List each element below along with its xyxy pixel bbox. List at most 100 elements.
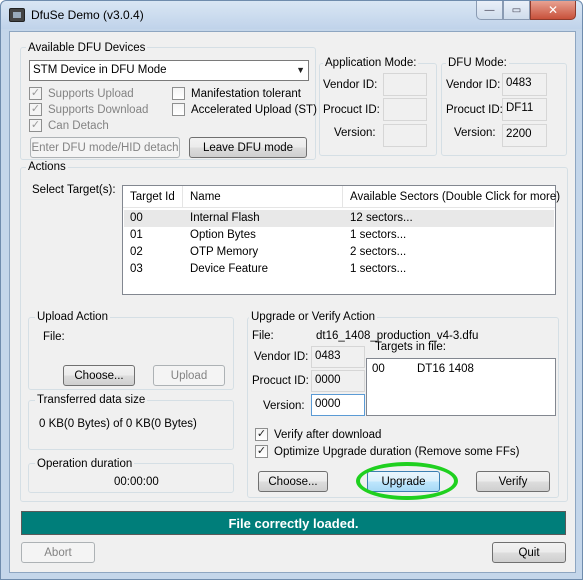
accelerated-upload-checkbox[interactable]: Accelerated Upload (ST) bbox=[172, 103, 317, 116]
optimize-upgrade-label: Optimize Upgrade duration (Remove some F… bbox=[274, 445, 520, 458]
enter-dfu-button[interactable]: Enter DFU mode/HID detach bbox=[30, 137, 180, 158]
upgrade-verify-label: Upgrade or Verify Action bbox=[249, 311, 378, 323]
accelerated-upload-label: Accelerated Upload (ST) bbox=[191, 103, 317, 116]
app-vendor-field bbox=[383, 73, 427, 96]
app-vendor-label: Vendor ID: bbox=[323, 79, 378, 91]
dfu-product-field: DF11 bbox=[502, 98, 547, 121]
actions-label: Actions bbox=[26, 161, 68, 173]
upgrade-product-field: 0000 bbox=[311, 370, 365, 392]
status-banner: File correctly loaded. bbox=[21, 511, 566, 535]
transferred-label: Transferred data size bbox=[35, 394, 148, 406]
row-target-id: 00 bbox=[130, 212, 143, 224]
file-target-name: DT16 1408 bbox=[417, 363, 474, 375]
minimize-button[interactable]: — bbox=[476, 1, 503, 20]
app-version-label: Version: bbox=[334, 127, 376, 139]
supports-download-label: Supports Download bbox=[48, 103, 149, 116]
app-chip-icon bbox=[9, 8, 25, 22]
upgrade-vendor-field: 0483 bbox=[311, 346, 365, 368]
targets-in-file-label: Targets in file: bbox=[375, 341, 446, 353]
can-detach-checkbox[interactable]: ✓ Can Detach bbox=[29, 119, 109, 132]
select-targets-label: Select Target(s): bbox=[32, 184, 116, 196]
column-separator bbox=[182, 186, 183, 208]
quit-button[interactable]: Quit bbox=[492, 542, 566, 563]
app-version-field bbox=[383, 124, 427, 147]
row-name: OTP Memory bbox=[190, 246, 259, 258]
upgrade-version-label: Version: bbox=[263, 400, 305, 412]
row-name: Internal Flash bbox=[190, 212, 260, 224]
row-name: Device Feature bbox=[190, 263, 268, 275]
upgrade-choose-button[interactable]: Choose... bbox=[258, 471, 328, 492]
duration-value: 00:00:00 bbox=[114, 476, 159, 488]
chevron-down-icon: ▼ bbox=[296, 65, 305, 75]
upload-file-label: File: bbox=[43, 331, 65, 343]
app-product-field bbox=[383, 98, 427, 121]
dfu-vendor-label: Vendor ID: bbox=[446, 79, 501, 91]
application-mode-label: Application Mode: bbox=[323, 57, 419, 69]
close-button[interactable]: ✕ bbox=[530, 1, 576, 20]
table-row[interactable]: 03 Device Feature 1 sectors... bbox=[124, 261, 554, 278]
row-sectors: 12 sectors... bbox=[350, 212, 413, 224]
optimize-upgrade-checkbox[interactable]: ✓ Optimize Upgrade duration (Remove some… bbox=[255, 445, 519, 458]
manifestation-tolerant-checkbox[interactable]: Manifestation tolerant bbox=[172, 87, 301, 100]
supports-upload-checkbox[interactable]: ✓ Supports Upload bbox=[29, 87, 134, 100]
table-row[interactable]: 02 OTP Memory 2 sectors... bbox=[124, 244, 554, 261]
upgrade-vendor-label: Vendor ID: bbox=[254, 351, 309, 363]
verify-after-download-label: Verify after download bbox=[274, 428, 382, 441]
dfu-product-label: Procuct ID: bbox=[446, 104, 503, 116]
device-select[interactable]: STM Device in DFU Mode ▼ bbox=[29, 60, 309, 81]
row-target-id: 03 bbox=[130, 263, 143, 275]
file-target-id: 00 bbox=[372, 363, 385, 375]
duration-label: Operation duration bbox=[35, 458, 135, 470]
caption-buttons: — ▭ ✕ bbox=[476, 1, 576, 21]
upgrade-version-field[interactable]: 0000 bbox=[311, 394, 365, 416]
client-area: Available DFU Devices STM Device in DFU … bbox=[9, 31, 576, 573]
row-target-id: 01 bbox=[130, 229, 143, 241]
table-row[interactable]: 00 Internal Flash 12 sectors... bbox=[124, 210, 554, 227]
dfu-version-label: Version: bbox=[454, 127, 496, 139]
checkbox-check-icon: ✓ bbox=[255, 428, 268, 441]
checkbox-check-icon: ✓ bbox=[29, 103, 42, 116]
dfu-devices-label: Available DFU Devices bbox=[26, 42, 148, 54]
leave-dfu-button[interactable]: Leave DFU mode bbox=[189, 137, 307, 158]
checkbox-box bbox=[172, 103, 185, 116]
row-target-id: 02 bbox=[130, 246, 143, 258]
maximize-button[interactable]: ▭ bbox=[503, 1, 530, 20]
checkbox-check-icon: ✓ bbox=[29, 119, 42, 132]
dfu-version-field: 2200 bbox=[502, 124, 547, 147]
checkbox-box bbox=[172, 87, 185, 100]
upgrade-product-label: Procuct ID: bbox=[252, 375, 309, 387]
row-sectors: 1 sectors... bbox=[350, 229, 407, 241]
column-separator bbox=[342, 186, 343, 208]
title-bar[interactable]: DfuSe Demo (v3.0.4) — ▭ ✕ bbox=[1, 1, 582, 29]
row-sectors: 2 sectors... bbox=[350, 246, 407, 258]
row-sectors: 1 sectors... bbox=[350, 263, 407, 275]
dfu-mode-label: DFU Mode: bbox=[446, 57, 509, 69]
targets-listview[interactable]: Target Id Name Available Sectors (Double… bbox=[122, 185, 560, 295]
column-name[interactable]: Name bbox=[190, 191, 221, 203]
dfu-vendor-field: 0483 bbox=[502, 73, 547, 96]
verify-button[interactable]: Verify bbox=[476, 471, 550, 492]
checkbox-check-icon: ✓ bbox=[29, 87, 42, 100]
upgrade-highlight-ring bbox=[356, 462, 458, 500]
app-window: DfuSe Demo (v3.0.4) — ▭ ✕ Available DFU … bbox=[0, 0, 583, 580]
verify-after-download-checkbox[interactable]: ✓ Verify after download bbox=[255, 428, 381, 441]
upgrade-file-label: File: bbox=[252, 330, 274, 342]
targets-in-file-list[interactable]: 00 DT16 1408 bbox=[366, 358, 556, 416]
supports-download-checkbox[interactable]: ✓ Supports Download bbox=[29, 103, 148, 116]
device-select-value: STM Device in DFU Mode bbox=[33, 64, 167, 76]
app-product-label: Procuct ID: bbox=[323, 104, 380, 116]
listview-header: Target Id Name Available Sectors (Double… bbox=[123, 186, 560, 208]
checkbox-check-icon: ✓ bbox=[255, 445, 268, 458]
row-name: Option Bytes bbox=[190, 229, 256, 241]
transferred-value: 0 KB(0 Bytes) of 0 KB(0 Bytes) bbox=[39, 418, 197, 430]
can-detach-label: Can Detach bbox=[48, 119, 109, 132]
upload-choose-button[interactable]: Choose... bbox=[63, 365, 135, 386]
upload-action-label: Upload Action bbox=[35, 311, 110, 323]
table-row[interactable]: 01 Option Bytes 1 sectors... bbox=[124, 227, 554, 244]
window-title: DfuSe Demo (v3.0.4) bbox=[31, 8, 144, 22]
upload-button[interactable]: Upload bbox=[153, 365, 225, 386]
column-target-id[interactable]: Target Id bbox=[130, 191, 175, 203]
supports-upload-label: Supports Upload bbox=[48, 87, 134, 100]
abort-button[interactable]: Abort bbox=[21, 542, 95, 563]
column-sectors[interactable]: Available Sectors (Double Click for more… bbox=[350, 191, 560, 203]
